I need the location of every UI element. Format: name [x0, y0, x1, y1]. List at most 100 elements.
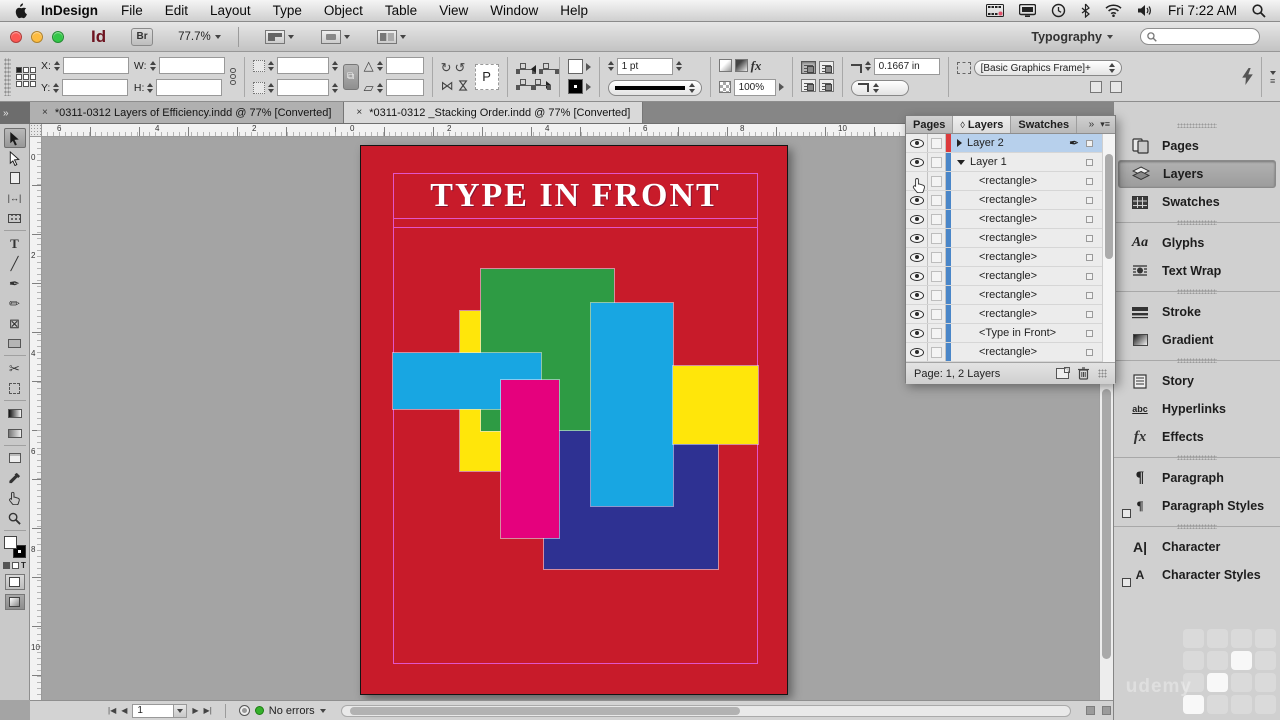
- object-row-rectangle[interactable]: <rectangle>: [906, 267, 1115, 286]
- vertical-scrollbar-thumb[interactable]: [1102, 389, 1111, 659]
- lock-toggle[interactable]: [928, 305, 946, 323]
- note-tool[interactable]: [4, 448, 26, 468]
- fill-swatch[interactable]: [567, 59, 583, 74]
- fill-stroke-indicator[interactable]: [3, 536, 27, 558]
- selection-square[interactable]: [1086, 196, 1093, 204]
- constrain-dimensions-icon[interactable]: [229, 68, 236, 85]
- menu-layout[interactable]: Layout: [199, 3, 262, 18]
- collapse-panel-icon[interactable]: »: [1089, 119, 1095, 130]
- selection-square[interactable]: [1086, 348, 1093, 356]
- object-row-rectangle[interactable]: <rectangle>: [906, 305, 1115, 324]
- panel-grip[interactable]: [4, 57, 11, 96]
- lock-toggle[interactable]: [928, 286, 946, 304]
- select-previous-object-button[interactable]: [538, 63, 559, 74]
- lock-toggle[interactable]: [928, 324, 946, 342]
- scale-y-field[interactable]: [276, 79, 329, 96]
- scale-y-stepper[interactable]: [267, 82, 274, 93]
- selection-square[interactable]: [1086, 310, 1093, 318]
- lock-toggle[interactable]: [928, 267, 946, 285]
- content-collector-tool[interactable]: [4, 208, 26, 228]
- title-text-frame[interactable]: TYPE IN FRONT: [393, 173, 758, 219]
- tab-swatches[interactable]: Swatches: [1011, 116, 1078, 133]
- scale-x-stepper[interactable]: [267, 60, 274, 71]
- panel-menu-icon[interactable]: ▾≡: [1100, 119, 1110, 130]
- display-menu-icon[interactable]: [1018, 3, 1036, 18]
- apply-color-button[interactable]: [4, 574, 25, 590]
- next-page-button[interactable]: ▶: [192, 706, 198, 715]
- view-options-dropdown[interactable]: [264, 29, 294, 44]
- x-stepper[interactable]: [53, 60, 60, 71]
- quick-apply-icon[interactable]: [1242, 68, 1253, 85]
- new-style-icon[interactable]: [1109, 81, 1122, 93]
- lock-toggle[interactable]: [928, 343, 946, 361]
- update-style-icon[interactable]: [1089, 81, 1102, 93]
- stroke-weight-field[interactable]: 1 pt: [616, 57, 673, 75]
- hand-tool[interactable]: [4, 488, 26, 508]
- gradient-feather-tool[interactable]: [4, 423, 26, 443]
- close-window-button[interactable]: [10, 30, 22, 43]
- screen-mode-dropdown[interactable]: [320, 29, 350, 44]
- ruler-origin-box[interactable]: [30, 124, 42, 137]
- object-row-rectangle[interactable]: <rectangle>: [906, 172, 1115, 193]
- corner-radius-field[interactable]: 0.1667 in: [873, 57, 940, 75]
- expand-arrow-icon[interactable]: [957, 139, 962, 147]
- preflight-menu-icon[interactable]: [238, 705, 250, 716]
- time-machine-icon[interactable]: [1051, 3, 1066, 18]
- new-layer-button[interactable]: [1056, 367, 1070, 379]
- minimize-window-button[interactable]: [31, 30, 43, 43]
- visibility-toggle[interactable]: [906, 134, 928, 152]
- constrain-scale-button[interactable]: ⧉: [342, 63, 359, 90]
- corner-radius-stepper[interactable]: [864, 61, 871, 71]
- opacity-field[interactable]: 100%: [733, 78, 776, 96]
- selection-square[interactable]: [1086, 272, 1093, 280]
- zoom-level-dropdown[interactable]: 77.7%: [178, 31, 221, 43]
- dock-item-swatches[interactable]: Swatches: [1118, 188, 1276, 216]
- visibility-toggle[interactable]: [906, 286, 928, 304]
- document-tab-active[interactable]: × *0311-0312 _Stacking Order.indd @ 77% …: [344, 102, 644, 123]
- first-page-button[interactable]: |◀: [108, 706, 116, 715]
- rectangle-cyan-vertical[interactable]: [591, 303, 673, 506]
- stroke-weight-stepper[interactable]: [607, 61, 614, 71]
- selection-square[interactable]: [1086, 177, 1093, 185]
- spotlight-icon[interactable]: [1252, 3, 1266, 18]
- select-content-proxy[interactable]: P: [474, 63, 499, 90]
- scale-x-field[interactable]: [276, 57, 329, 74]
- rectangle-magenta[interactable]: [501, 380, 559, 538]
- delete-layer-button[interactable]: [1078, 367, 1089, 380]
- dock-item-stroke[interactable]: Stroke: [1118, 298, 1276, 326]
- active-app-menu[interactable]: InDesign: [41, 3, 98, 18]
- menu-view[interactable]: View: [428, 3, 479, 18]
- visibility-toggle[interactable]: [906, 248, 928, 266]
- shear-angle-field[interactable]: [385, 79, 424, 96]
- effects-fx-button[interactable]: fx: [751, 58, 762, 74]
- drop-shadow-button[interactable]: [718, 59, 732, 72]
- visibility-toggle[interactable]: [906, 191, 928, 209]
- pen-tool[interactable]: ✒: [4, 273, 26, 293]
- zoom-tool[interactable]: [4, 508, 26, 528]
- visibility-toggle[interactable]: [906, 267, 928, 285]
- free-transform-tool[interactable]: [4, 378, 26, 398]
- tab-pages[interactable]: Pages: [906, 116, 954, 133]
- select-content-button[interactable]: [515, 79, 536, 90]
- dock-item-character-styles[interactable]: A Character Styles: [1118, 561, 1276, 589]
- panel-menu-icon[interactable]: ≡: [1270, 71, 1276, 86]
- stroke-type-dropdown[interactable]: [607, 79, 702, 96]
- close-tab-icon[interactable]: ×: [42, 107, 48, 118]
- previous-page-button[interactable]: ◀: [121, 706, 127, 715]
- horizontal-scrollbar-thumb[interactable]: [349, 706, 740, 715]
- scroll-corner-button[interactable]: [1102, 706, 1111, 715]
- line-tool[interactable]: ╱: [4, 253, 26, 273]
- lock-toggle[interactable]: [928, 134, 946, 152]
- no-text-wrap-button[interactable]: [800, 61, 816, 74]
- lock-toggle[interactable]: [928, 172, 946, 190]
- page-tool[interactable]: [4, 168, 26, 188]
- jump-object-button[interactable]: [818, 79, 834, 92]
- visibility-toggle[interactable]: [906, 210, 928, 228]
- dock-item-pages[interactable]: Pages: [1118, 132, 1276, 160]
- close-tab-icon[interactable]: ×: [356, 107, 362, 118]
- stroke-swatch[interactable]: [567, 79, 583, 94]
- dock-item-paragraph[interactable]: ¶ Paragraph: [1118, 464, 1276, 492]
- collapse-arrow-icon[interactable]: [957, 159, 965, 165]
- flip-vertical-button[interactable]: ⋈: [456, 79, 471, 92]
- rotation-angle-field[interactable]: [385, 57, 424, 74]
